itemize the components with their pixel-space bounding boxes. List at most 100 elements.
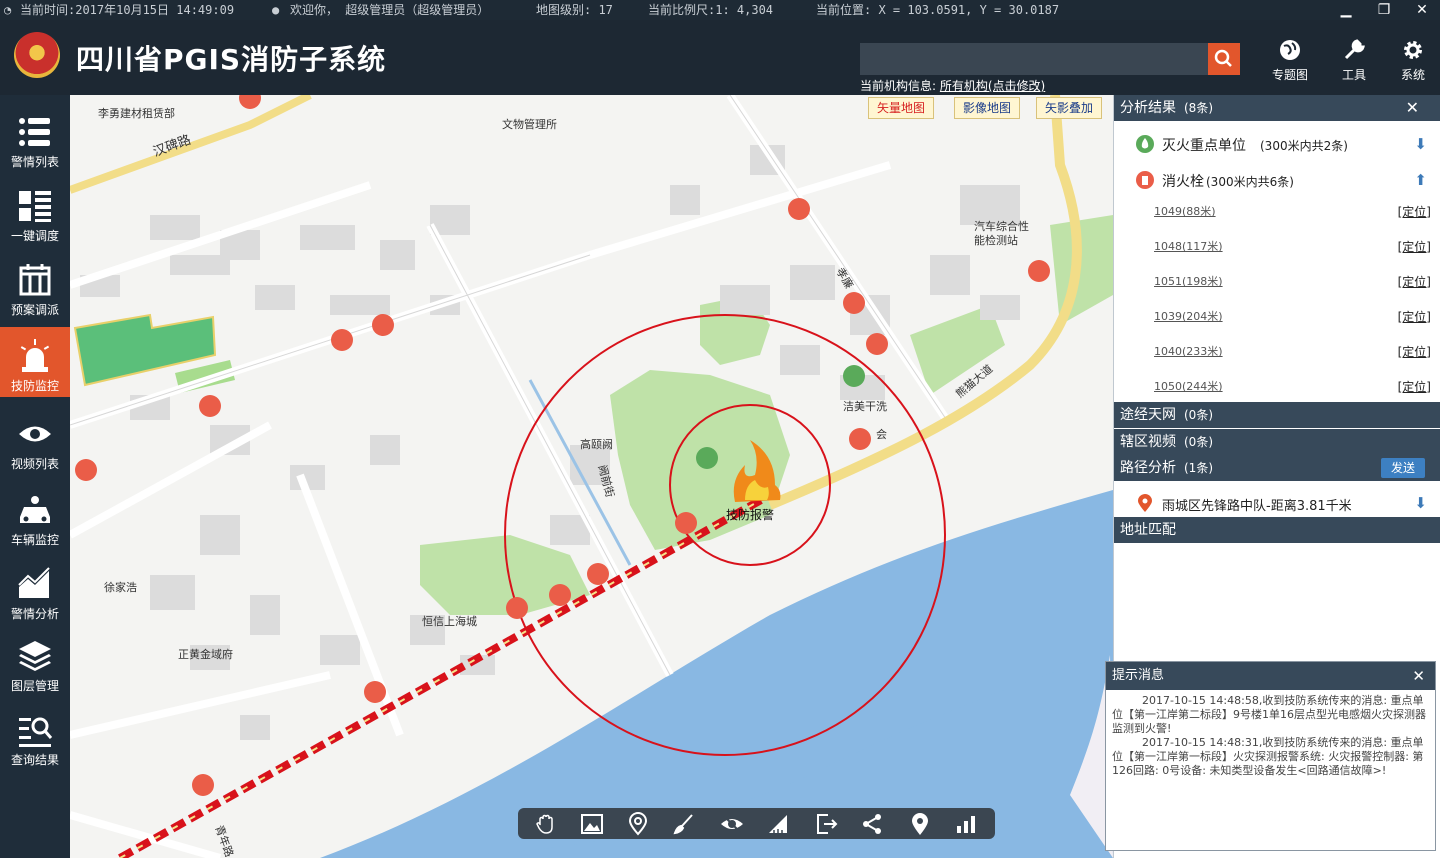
image-icon[interactable]	[580, 812, 604, 836]
hydrant-link[interactable]: 1049(88米)	[1154, 203, 1216, 219]
collapse-up-icon[interactable]: ⬆	[1414, 171, 1427, 189]
search-list-icon	[19, 717, 53, 747]
route-item-text: 雨城区先锋路中队-距离3.81千米	[1162, 499, 1352, 514]
route-item[interactable]: 雨城区先锋路中队-距离3.81千米 ⬇	[1114, 491, 1440, 515]
locate-button[interactable]: [定位]	[1398, 308, 1431, 325]
sidebar-item-monitor[interactable]: 技防监控	[0, 327, 70, 397]
message-title: 提示消息	[1112, 668, 1165, 683]
hydrant-icon	[1136, 171, 1154, 189]
tab-image-map[interactable]: 影像地图	[954, 97, 1021, 119]
locate-button[interactable]: [定位]	[1398, 343, 1431, 360]
locate-button[interactable]: [定位]	[1398, 238, 1431, 255]
bar-chart-icon[interactable]	[954, 812, 978, 836]
list-item[interactable]: 1051(198米) [定位]	[1114, 273, 1440, 291]
brush-icon[interactable]	[672, 812, 696, 836]
hydrant-link[interactable]: 1039(204米)	[1154, 308, 1223, 324]
close-window-button[interactable]: ✕	[1408, 0, 1436, 20]
sidebar-item-label: 视频列表	[10, 457, 59, 471]
hydrant-link[interactable]: 1051(198米)	[1154, 273, 1223, 289]
location-icon[interactable]	[908, 812, 932, 836]
tools-button[interactable]: 工具	[1326, 38, 1382, 88]
tab-overlay-map[interactable]: 矢影叠加	[1036, 97, 1103, 119]
thematic-map-label: 专题图	[1271, 68, 1308, 82]
list-item[interactable]: 1040(233米) [定位]	[1114, 343, 1440, 361]
list-item[interactable]: 1048(117米) [定位]	[1114, 238, 1440, 256]
address-title: 地址匹配	[1120, 522, 1176, 538]
map-label: 恒信上海城	[422, 615, 477, 628]
route-header[interactable]: 路径分析 (1条) 发送	[1114, 455, 1440, 481]
key-units-group[interactable]: 灭火重点单位 (300米内共2条) ⬇	[1114, 131, 1440, 157]
layers-icon	[19, 641, 51, 671]
map-label: 正黄金域府	[178, 648, 233, 661]
send-button[interactable]: 发送	[1380, 458, 1425, 478]
hydrant-link[interactable]: 1040(233米)	[1154, 343, 1223, 359]
hydrant-link[interactable]: 1050(244米)	[1154, 378, 1223, 394]
locate-button[interactable]: [定位]	[1398, 378, 1431, 395]
map-label: 汽车综合性能检测站	[974, 220, 1029, 247]
export-icon[interactable]	[814, 812, 838, 836]
expand-down-icon[interactable]: ⬇	[1414, 494, 1427, 512]
locate-button[interactable]: [定位]	[1398, 273, 1431, 290]
org-info: 当前机构信息: 所有机构(点击修改)	[860, 77, 1045, 94]
map-label: 会	[876, 428, 887, 441]
sidebar-item-layers[interactable]: 图层管理	[0, 627, 70, 697]
map-label: 李勇建材租赁部	[98, 107, 175, 120]
share-icon[interactable]	[860, 812, 884, 836]
hydrant-link[interactable]: 1048(117米)	[1154, 238, 1223, 254]
eye-icon[interactable]	[720, 812, 744, 836]
hand-icon[interactable]	[534, 812, 558, 836]
sidebar-item-label: 警情分析	[10, 607, 59, 621]
key-unit-marker[interactable]	[843, 365, 865, 387]
sidebar-item-alarm-list[interactable]: 警情列表	[0, 103, 70, 173]
video-header[interactable]: 辖区视频 (0条)	[1114, 429, 1440, 455]
close-message-button[interactable]: ✕	[1412, 662, 1425, 690]
key-unit-marker[interactable]	[696, 447, 718, 469]
org-link[interactable]: 所有机构(点击修改)	[940, 79, 1045, 93]
sidebar-item-video[interactable]: 视频列表	[0, 405, 70, 475]
message-item: 2017-10-15 14:48:31,收到技防系统传来的消息: 重点单位【第一…	[1112, 736, 1424, 777]
incident-label: 技防报警	[726, 508, 775, 522]
minimize-button[interactable]: ▁	[1332, 0, 1360, 20]
list-icon	[19, 118, 50, 146]
analysis-title: 分析结果	[1120, 100, 1176, 116]
system-button[interactable]: 系统	[1385, 38, 1440, 88]
sidebar-item-analysis[interactable]: 警情分析	[0, 555, 70, 625]
cursor-position: 当前位置: X = 103.0591, Y = 30.0187	[816, 3, 1060, 17]
map-scale: 当前比例尺:1: 4,304	[648, 3, 774, 17]
locate-button[interactable]: [定位]	[1398, 203, 1431, 220]
search-icon	[1214, 49, 1232, 67]
net-count: (0条)	[1184, 408, 1213, 422]
restore-button[interactable]: ❐	[1370, 0, 1398, 20]
sidebar-item-vehicle[interactable]: 车辆监控	[0, 481, 70, 551]
message-item: 2017-10-15 14:48:58,收到技防系统传来的消息: 重点单位【第一…	[1112, 694, 1426, 735]
hydrants-group[interactable]: 消火栓 (300米内共6条) ⬆	[1114, 167, 1440, 193]
police-emblem-logo	[14, 32, 60, 78]
net-header[interactable]: 途经天网 (0条)	[1114, 402, 1440, 428]
thematic-map-button[interactable]: 专题图	[1262, 38, 1318, 88]
map-view[interactable]: 李勇建材租赁部 汉碑路 文物管理所 高颐阙 阙前街 洁美干洗 汽车综合性能检测站…	[70, 95, 1113, 858]
vehicle-icon	[20, 496, 50, 523]
list-item[interactable]: 1049(88米) [定位]	[1114, 203, 1440, 221]
map-label: 洁美干洗	[843, 400, 887, 413]
list-item[interactable]: 1050(244米) [定位]	[1114, 378, 1440, 396]
key-units-label: 灭火重点单位	[1162, 138, 1246, 154]
map-label: 徐家浩	[104, 581, 137, 594]
list-item[interactable]: 1039(204米) [定位]	[1114, 308, 1440, 326]
hydrants-detail: (300米内共6条)	[1206, 175, 1294, 189]
sidebar-item-dispatch[interactable]: 一键调度	[0, 177, 70, 247]
key-units-detail: (300米内共2条)	[1260, 139, 1348, 153]
search-button[interactable]	[1208, 43, 1240, 75]
map-pin-icon[interactable]	[626, 812, 650, 836]
current-time: 当前时间:2017年10月15日 14:49:09	[20, 3, 235, 17]
search-input[interactable]	[860, 43, 1208, 75]
expand-down-icon[interactable]: ⬇	[1414, 135, 1427, 153]
address-header[interactable]: 地址匹配	[1114, 517, 1440, 543]
tab-vector-map[interactable]: 矢量地图	[868, 97, 935, 119]
ruler-icon[interactable]	[766, 812, 790, 836]
sidebar-item-query[interactable]: 查询结果	[0, 701, 70, 771]
video-title: 辖区视频	[1120, 434, 1176, 450]
map-canvas[interactable]	[70, 95, 1113, 858]
sidebar-item-plan[interactable]: 预案调派	[0, 251, 70, 321]
map-label: 高颐阙	[580, 438, 613, 451]
close-panel-button[interactable]: ✕	[1406, 95, 1419, 121]
